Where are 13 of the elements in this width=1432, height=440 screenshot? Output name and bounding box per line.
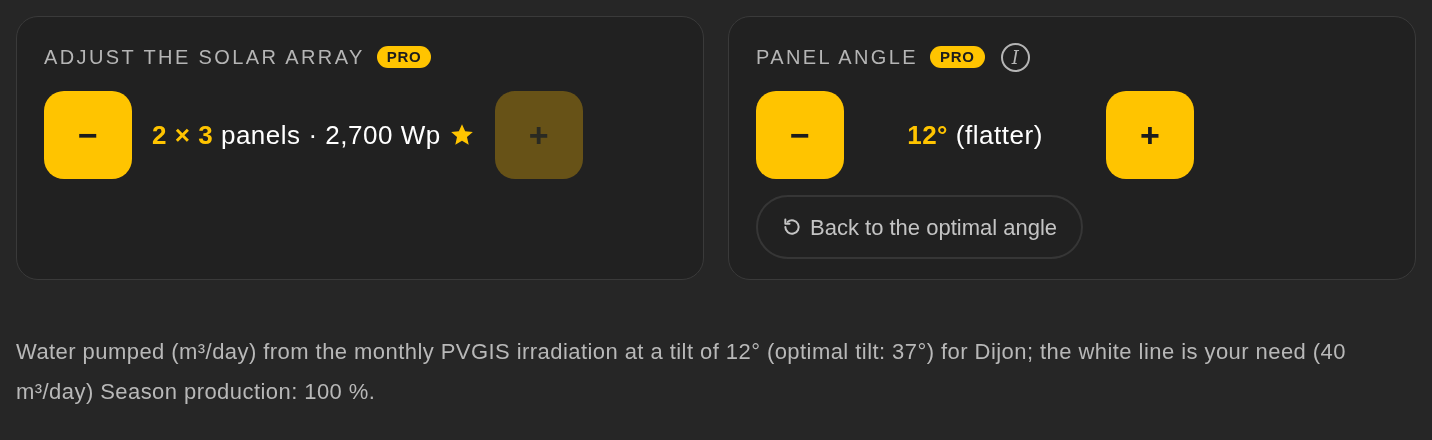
value-text: 2 × 3 panels · 2,700 Wp [152, 118, 441, 152]
card-title: PANEL ANGLE [756, 45, 918, 70]
caption-text: Water pumped (m³/day) from the monthly PVGIS irradiation at a tilt of 12° (optimal tilt: 37°) for Dijon; the white line is your need (40 m³/day) Season production: 100 %. [16, 338, 1347, 406]
plus-button[interactable]: + [1106, 91, 1194, 179]
card-title: ADJUST THE SOLAR ARRAY [44, 45, 365, 70]
pro-badge: PRO [930, 46, 985, 68]
minus-button[interactable]: − [756, 91, 844, 179]
minus-button[interactable]: − [44, 91, 132, 179]
value-text: 12° (flatter) [907, 118, 1043, 152]
info-icon[interactable]: I [1000, 42, 1030, 72]
reset-icon [782, 217, 802, 237]
reset-button[interactable]: Back to the optimal angle [756, 195, 1084, 259]
pro-badge: PRO [376, 46, 432, 68]
